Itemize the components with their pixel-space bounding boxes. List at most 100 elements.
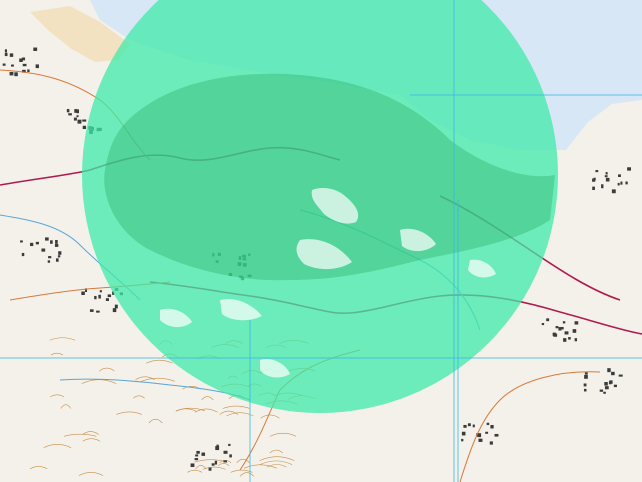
settlement-marker <box>609 380 613 384</box>
settlement-marker <box>73 117 77 121</box>
settlement-marker <box>114 304 118 309</box>
settlement-marker <box>604 382 608 386</box>
settlement-marker <box>20 240 23 243</box>
settlement-marker <box>223 450 228 454</box>
settlement-marker <box>601 184 604 189</box>
settlement-marker <box>96 310 100 313</box>
settlement-marker <box>595 170 599 173</box>
settlement-marker <box>604 175 608 178</box>
settlement-marker <box>66 109 70 113</box>
settlement-marker <box>463 424 467 428</box>
settlement-marker <box>486 422 490 426</box>
settlement-marker <box>553 333 558 337</box>
settlement-marker <box>568 337 571 340</box>
settlement-marker <box>572 329 577 333</box>
settlement-marker <box>592 186 595 191</box>
settlement-marker <box>214 460 218 465</box>
settlement-marker <box>4 52 8 57</box>
settlement-marker <box>617 182 620 186</box>
settlement-marker <box>41 248 46 252</box>
settlement-marker <box>216 444 219 448</box>
settlement-marker <box>9 71 14 76</box>
settlement-marker <box>190 463 195 467</box>
settlement-marker <box>4 49 8 53</box>
settlement-marker <box>82 125 87 130</box>
settlement-marker <box>592 178 596 182</box>
settlement-marker <box>50 240 53 244</box>
settlement-marker <box>76 115 79 118</box>
settlement-marker <box>2 63 6 66</box>
settlement-marker <box>27 69 30 72</box>
settlement-marker <box>618 374 623 377</box>
settlement-marker <box>562 321 566 324</box>
settlement-marker <box>611 371 615 376</box>
settlement-marker <box>208 467 212 471</box>
settlement-marker <box>22 63 27 67</box>
settlement-marker <box>574 338 578 342</box>
settlement-marker <box>35 241 39 245</box>
map-canvas[interactable] <box>0 0 642 482</box>
settlement-marker <box>467 423 471 427</box>
settlement-marker <box>607 368 611 373</box>
settlement-marker <box>82 119 87 122</box>
settlement-marker <box>74 109 77 113</box>
settlement-marker <box>48 256 52 259</box>
settlement-marker <box>194 458 199 461</box>
settlement-marker <box>201 452 206 456</box>
settlement-marker <box>599 389 604 392</box>
settlement-marker <box>9 53 14 57</box>
settlement-marker <box>105 298 109 301</box>
settlement-marker <box>223 460 227 463</box>
settlement-marker <box>472 424 475 428</box>
settlement-marker <box>604 386 609 390</box>
settlement-marker <box>21 252 25 257</box>
settlement-marker <box>54 244 59 247</box>
settlement-marker <box>89 309 94 312</box>
map-view[interactable] <box>0 0 642 482</box>
settlement-marker <box>99 290 102 293</box>
settlement-marker <box>35 64 39 69</box>
settlement-marker <box>461 431 466 436</box>
settlement-marker <box>625 181 628 185</box>
settlement-marker <box>57 255 61 258</box>
settlement-marker <box>603 391 606 394</box>
settlement-marker <box>605 177 610 182</box>
settlement-marker <box>583 383 587 387</box>
settlement-marker <box>584 375 588 379</box>
settlement-marker <box>574 321 579 325</box>
settlement-marker <box>55 240 58 244</box>
settlement-marker <box>195 454 199 457</box>
settlement-marker <box>613 384 617 388</box>
settlement-marker <box>81 291 85 295</box>
settlement-marker <box>494 433 499 437</box>
settlement-marker <box>77 119 82 124</box>
settlement-marker <box>19 58 23 62</box>
settlement-marker <box>461 438 464 442</box>
settlement-marker <box>583 388 587 392</box>
settlement-marker <box>620 181 623 185</box>
settlement-marker <box>541 323 545 326</box>
settlement-marker <box>211 463 215 466</box>
settlement-marker <box>98 294 101 299</box>
settlement-marker <box>94 295 97 300</box>
settlement-marker <box>584 372 588 375</box>
settlement-marker <box>563 338 567 342</box>
settlement-marker <box>611 189 616 194</box>
settlement-marker <box>478 438 483 442</box>
settlement-marker <box>196 450 200 454</box>
settlement-marker <box>627 167 632 171</box>
settlement-marker <box>489 441 493 445</box>
settlement-marker <box>11 64 14 67</box>
settlement-marker <box>229 454 232 458</box>
settlement-marker <box>564 331 569 335</box>
settlement-marker <box>33 47 38 51</box>
settlement-marker <box>112 308 117 313</box>
settlement-marker <box>546 318 550 322</box>
settlement-marker <box>14 72 18 77</box>
settlement-marker <box>45 237 49 241</box>
settlement-marker <box>560 326 564 330</box>
settlement-marker <box>490 424 494 429</box>
settlement-marker <box>228 443 231 446</box>
settlement-marker <box>618 174 621 177</box>
settlement-marker <box>605 172 608 175</box>
